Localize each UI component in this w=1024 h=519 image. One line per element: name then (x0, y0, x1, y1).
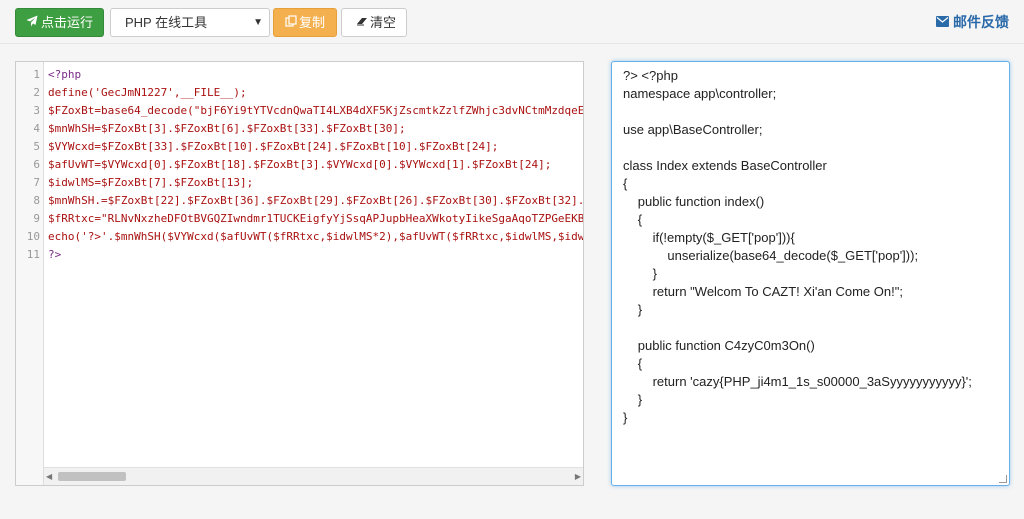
code-line-text: $FZoxBt=base64_decode("bjF6Yi9tYTVcdnQwa… (48, 104, 584, 117)
code-line: 11 ?> (16, 246, 583, 264)
code-line: 8 $mnWhSH.=$FZoxBt[22].$FZoxBt[36].$FZoxB… (16, 192, 584, 210)
code-line-text: <?php (48, 68, 82, 81)
output-line: { (637, 212, 643, 227)
output-line: } (623, 410, 628, 425)
line-number: 5 (33, 140, 40, 153)
code-line-text: define('GecJmN1227',__FILE__); (48, 86, 247, 99)
output-line: if(!empty($_GET['pop'])){ (652, 230, 795, 245)
scroll-right-icon[interactable]: ▶ (575, 468, 581, 485)
toolbar: 点击运行 PHP 在线工具 ▼ 复制 清空 邮件反馈 (0, 0, 1024, 44)
code-line-text: $mnWhSH=$FZoxBt[3].$FZoxBt[6].$FZoxBt[33… (48, 122, 406, 135)
line-number: 10 (26, 230, 40, 243)
code-line: 10 echo('?>'.$mnWhSH($VYWcxd($afUvWT($fRR… (16, 228, 584, 246)
line-number: 11 (26, 248, 40, 261)
output-line: { (623, 176, 628, 191)
output-line: return "Welcom To CAZT! Xi'an Come On!"; (652, 284, 903, 299)
output-line: public function index() (637, 194, 765, 209)
code-line: 6 $afUvWT=$VYWcxd[0].$FZoxBt[18].$FZoxBt[… (16, 156, 583, 174)
output-line: { (637, 356, 643, 371)
code-line-text: ?> (48, 248, 62, 261)
line-number: 7 (33, 176, 40, 189)
line-number: 1 (33, 68, 40, 81)
output-line: return 'cazy{PHP_ji4m1_1s_s00000_3aSyyyy… (652, 374, 972, 389)
output-line: } (637, 302, 643, 317)
code-line-text: $VYWcxd=$FZoxBt[33].$FZoxBt[10].$FZoxBt[… (48, 140, 499, 153)
code-line-text: $mnWhSH.=$FZoxBt[22].$FZoxBt[36].$FZoxBt… (48, 194, 584, 207)
output-line: } (637, 392, 643, 407)
line-number: 4 (33, 122, 40, 135)
code-line: 9 $fRRtxc="RLNvNxzheDFOtBVGQZIwndmr1TUCKE… (16, 210, 584, 228)
code-line: 2 define('GecJmN1227',__FILE__); (16, 84, 583, 102)
output-line: unserialize(base64_decode($_GET['pop']))… (667, 248, 919, 263)
copy-button-label: 复制 (299, 15, 326, 30)
eraser-icon (355, 10, 369, 37)
code-editor[interactable]: ◀ ▶ 1 <?php 2 define('GecJmN1227',__FILE__)… (15, 61, 584, 486)
scrollbar-thumb[interactable] (58, 472, 126, 481)
email-feedback-link[interactable]: 邮件反馈 (936, 12, 1009, 32)
page-footer-strip (0, 500, 1024, 519)
line-number: 2 (33, 86, 40, 99)
code-line: 7 $idwlMS=$FZoxBt[7].$FZoxBt[13]; (16, 174, 583, 192)
code-line: 1 <?php (16, 66, 583, 84)
code-line-text: echo('?>'.$mnWhSH($VYWcxd($afUvWT($fRRtx… (48, 230, 584, 243)
copy-icon (284, 10, 298, 37)
code-line: 4 $mnWhSH=$FZoxBt[3].$FZoxBt[6].$FZoxBt[3… (16, 120, 583, 138)
run-button-label: 点击运行 (41, 15, 94, 30)
line-number: 9 (33, 212, 40, 225)
output-textarea[interactable]: ?> <?php namespace app\controller; use app… (611, 61, 1010, 486)
code-line-text: $idwlMS=$FZoxBt[7].$FZoxBt[13]; (48, 176, 254, 189)
output-line: use app\BaseController; (623, 122, 763, 137)
code-line-text: $fRRtxc="RLNvNxzheDFOtBVGQZIwndmr1TUCKEi… (48, 212, 584, 225)
code-line: 3 $FZoxBt=base64_decode("bjF6Yi9tYTVcdnQw… (16, 102, 584, 120)
scroll-left-icon[interactable]: ◀ (46, 468, 52, 485)
tool-select-value: PHP 在线工具 (125, 15, 208, 30)
horizontal-scrollbar[interactable]: ◀ ▶ (44, 467, 583, 485)
code-line-text: $afUvWT=$VYWcxd[0].$FZoxBt[18].$FZoxBt[3… (48, 158, 552, 171)
email-feedback-label: 邮件反馈 (953, 14, 1009, 30)
output-line: ?> <?php (623, 68, 678, 83)
output-line: class Index extends BaseController (623, 158, 827, 173)
copy-button[interactable]: 复制 (273, 8, 337, 37)
tool-select[interactable]: PHP 在线工具 ▼ (110, 8, 270, 37)
clear-button[interactable]: 清空 (341, 8, 407, 37)
output-line: namespace app\controller; (623, 86, 777, 101)
code-line: 5 $VYWcxd=$FZoxBt[33].$FZoxBt[10].$FZoxBt… (16, 138, 583, 156)
clear-button-label: 清空 (370, 15, 397, 30)
line-number: 6 (33, 158, 40, 171)
envelope-icon (936, 15, 949, 30)
output-line: } (652, 266, 657, 281)
output-line: public function C4zyC0m3On() (637, 338, 815, 353)
chevron-down-icon: ▼ (253, 17, 263, 28)
paper-plane-icon (26, 9, 39, 36)
resize-handle[interactable] (999, 475, 1007, 483)
line-number: 8 (33, 194, 40, 207)
run-button[interactable]: 点击运行 (15, 8, 104, 37)
line-number: 3 (33, 104, 40, 117)
